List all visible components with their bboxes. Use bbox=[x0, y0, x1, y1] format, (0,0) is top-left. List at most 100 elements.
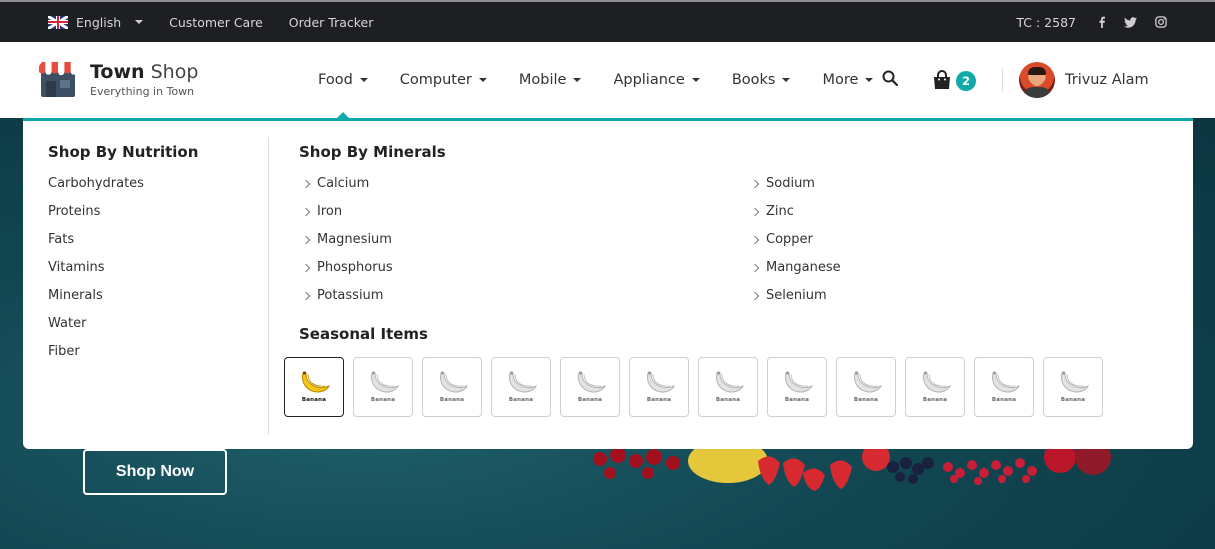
nutrition-link[interactable]: Fats bbox=[48, 233, 198, 261]
seasonal-item-tile[interactable]: Banana bbox=[491, 357, 551, 417]
seasonal-item-tile[interactable]: Banana bbox=[836, 357, 896, 417]
language-selector[interactable]: English bbox=[48, 14, 144, 30]
user-name: Trivuz Alam bbox=[1065, 72, 1149, 88]
minerals-column: Shop By Minerals Calcium Sodium Iron Zin… bbox=[284, 143, 1179, 417]
chevron-right-icon bbox=[301, 291, 311, 301]
seasonal-item-tile[interactable]: Banana bbox=[560, 357, 620, 417]
search-icon[interactable] bbox=[882, 70, 899, 90]
order-tracker-link[interactable]: Order Tracker bbox=[289, 15, 374, 30]
header-divider bbox=[1002, 68, 1003, 92]
nutrition-link[interactable]: Vitamins bbox=[48, 261, 198, 289]
nav-more[interactable]: More bbox=[822, 72, 874, 88]
seasonal-item-label: Banana bbox=[922, 397, 948, 403]
banana-icon bbox=[923, 371, 951, 393]
banana-icon bbox=[440, 371, 468, 393]
user-menu[interactable]: Trivuz Alam bbox=[1019, 62, 1149, 98]
mineral-link[interactable]: Sodium bbox=[748, 177, 1148, 205]
tc-counter: TC : 2587 bbox=[1016, 14, 1076, 30]
seasonal-item-tile[interactable]: Banana bbox=[422, 357, 482, 417]
chevron-right-icon bbox=[750, 207, 760, 217]
nutrition-title: Shop By Nutrition bbox=[48, 143, 199, 161]
seasonal-item-tile[interactable]: Banana bbox=[905, 357, 965, 417]
banana-icon bbox=[302, 371, 330, 393]
instagram-icon[interactable] bbox=[1155, 16, 1167, 28]
banana-icon bbox=[716, 371, 744, 393]
chevron-right-icon bbox=[301, 179, 311, 189]
fruit-decoration-image bbox=[593, 443, 1111, 491]
seasonal-item-tile[interactable]: Banana bbox=[629, 357, 689, 417]
nav-food[interactable]: Food bbox=[318, 72, 368, 88]
chevron-right-icon bbox=[750, 179, 760, 189]
mineral-link[interactable]: Zinc bbox=[748, 205, 1148, 233]
banana-icon bbox=[854, 371, 882, 393]
seasonal-item-label: Banana bbox=[715, 397, 741, 403]
mineral-link[interactable]: Iron bbox=[299, 205, 748, 233]
chevron-down-icon bbox=[573, 78, 582, 82]
mineral-link[interactable]: Potassium bbox=[299, 289, 748, 317]
twitter-icon[interactable] bbox=[1124, 16, 1137, 28]
chevron-right-icon bbox=[301, 235, 311, 245]
seasonal-item-tile[interactable]: Banana bbox=[284, 357, 344, 417]
banana-icon bbox=[647, 371, 675, 393]
nutrition-link[interactable]: Carbohydrates bbox=[48, 177, 198, 205]
seasonal-title: Seasonal Items bbox=[299, 325, 428, 343]
seasonal-item-label: Banana bbox=[646, 397, 672, 403]
chevron-right-icon bbox=[750, 263, 760, 273]
seasonal-item-label: Banana bbox=[784, 397, 810, 403]
mineral-link[interactable]: Manganese bbox=[748, 261, 1148, 289]
brand-name: Town Shop bbox=[90, 61, 199, 83]
seasonal-item-label: Banana bbox=[853, 397, 879, 403]
nutrition-link[interactable]: Proteins bbox=[48, 205, 198, 233]
seasonal-item-tile[interactable]: Banana bbox=[974, 357, 1034, 417]
nutrition-column: Shop By Nutrition Carbohydrates Proteins… bbox=[48, 143, 198, 373]
main-header: Town Shop Everything in Town Food Comput… bbox=[0, 42, 1215, 118]
seasonal-item-label: Banana bbox=[577, 397, 603, 403]
seasonal-item-label: Banana bbox=[508, 397, 534, 403]
banana-icon bbox=[578, 371, 606, 393]
banana-icon bbox=[371, 371, 399, 393]
nav-computer[interactable]: Computer bbox=[400, 72, 487, 88]
nav-books[interactable]: Books bbox=[732, 72, 791, 88]
chevron-down-icon bbox=[691, 78, 700, 82]
chevron-down-icon bbox=[478, 78, 487, 82]
facebook-icon[interactable] bbox=[1098, 16, 1106, 28]
chevron-down-icon bbox=[865, 78, 874, 82]
seasonal-item-label: Banana bbox=[991, 397, 1017, 403]
column-divider bbox=[268, 137, 269, 435]
cart-button[interactable]: 2 bbox=[932, 70, 976, 91]
banana-icon bbox=[1061, 371, 1089, 393]
nutrition-link[interactable]: Water bbox=[48, 317, 198, 345]
seasonal-item-tile[interactable]: Banana bbox=[698, 357, 758, 417]
language-label: English bbox=[76, 14, 122, 30]
chevron-down-icon bbox=[782, 78, 791, 82]
site-logo[interactable]: Town Shop Everything in Town bbox=[38, 62, 198, 98]
food-mega-menu: Shop By Nutrition Carbohydrates Proteins… bbox=[23, 118, 1193, 449]
cart-count-badge: 2 bbox=[956, 71, 976, 91]
nutrition-link[interactable]: Fiber bbox=[48, 345, 198, 373]
mineral-link[interactable]: Copper bbox=[748, 233, 1148, 261]
banana-icon bbox=[509, 371, 537, 393]
nutrition-link[interactable]: Minerals bbox=[48, 289, 198, 317]
chevron-down-icon bbox=[135, 20, 144, 24]
seasonal-item-tile[interactable]: Banana bbox=[353, 357, 413, 417]
seasonal-item-tile[interactable]: Banana bbox=[767, 357, 827, 417]
nav-appliance[interactable]: Appliance bbox=[613, 72, 700, 88]
mineral-link[interactable]: Selenium bbox=[748, 289, 1148, 317]
avatar bbox=[1019, 62, 1055, 98]
main-nav: Food Computer Mobile Appliance Books Mor… bbox=[318, 42, 874, 118]
shopping-bag-icon bbox=[934, 70, 950, 89]
banana-icon bbox=[785, 371, 813, 393]
seasonal-item-tile[interactable]: Banana bbox=[1043, 357, 1103, 417]
seasonal-item-label: Banana bbox=[301, 397, 327, 403]
customer-care-link[interactable]: Customer Care bbox=[169, 15, 263, 30]
nav-mobile[interactable]: Mobile bbox=[519, 72, 582, 88]
mineral-link[interactable]: Phosphorus bbox=[299, 261, 748, 289]
chevron-down-icon bbox=[359, 78, 368, 82]
seasonal-item-label: Banana bbox=[370, 397, 396, 403]
mineral-link[interactable]: Magnesium bbox=[299, 233, 748, 261]
shop-now-button[interactable]: Shop Now bbox=[83, 449, 227, 495]
store-icon bbox=[39, 62, 77, 97]
seasonal-item-label: Banana bbox=[439, 397, 465, 403]
top-utility-bar: English Customer Care Order Tracker TC :… bbox=[0, 0, 1215, 42]
mineral-link[interactable]: Calcium bbox=[299, 177, 748, 205]
